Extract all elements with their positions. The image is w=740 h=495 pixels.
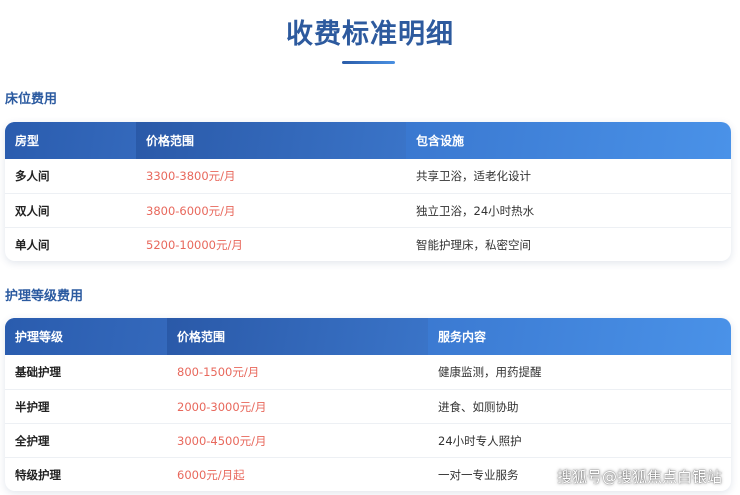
title-underline	[342, 61, 395, 64]
bed-table-body: 多人间 3300-3800元/月 共享卫浴，适老化设计 双人间 3800-600…	[5, 159, 731, 261]
table-row: 半护理 2000-3000元/月 进食、如厕协助	[5, 389, 731, 423]
bed-facilities: 独立卫浴，24小时热水	[416, 203, 535, 218]
bed-section-heading: 床位费用	[5, 92, 58, 107]
care-services: 进食、如厕协助	[438, 399, 519, 414]
care-header-price-range: 价格范围	[167, 318, 428, 355]
bed-facilities: 共享卫浴，适老化设计	[416, 169, 531, 183]
care-table-header: 护理等级 价格范围 服务内容	[5, 318, 731, 355]
table-row: 多人间 3300-3800元/月 共享卫浴，适老化设计	[5, 159, 731, 193]
bed-header-facilities: 包含设施	[416, 134, 465, 148]
care-level: 全护理	[15, 433, 50, 448]
bed-header-room-type: 房型	[5, 122, 136, 159]
care-level: 特级护理	[15, 467, 61, 482]
care-header-level: 护理等级	[5, 318, 167, 355]
care-services: 24小时专人照护	[438, 433, 522, 448]
bed-table-header: 房型 价格范围 包含设施	[5, 122, 731, 159]
table-row: 基础护理 800-1500元/月 健康监测，用药提醒	[5, 355, 731, 389]
bed-header-price-range: 价格范围	[136, 122, 406, 159]
bed-price: 3800-6000元/月	[146, 203, 236, 218]
page-title: 收费标准明细	[286, 19, 454, 50]
bed-room-type: 单人间	[15, 237, 50, 252]
bed-room-type: 多人间	[15, 169, 50, 183]
bed-price: 5200-10000元/月	[146, 237, 243, 252]
table-row: 双人间 3800-6000元/月 独立卫浴，24小时热水	[5, 193, 731, 227]
care-price: 3000-4500元/月	[177, 433, 267, 448]
care-header-services: 服务内容	[438, 330, 487, 344]
care-price: 800-1500元/月	[177, 365, 260, 379]
bed-price: 3300-3800元/月	[146, 169, 236, 183]
care-section-heading: 护理等级费用	[5, 289, 84, 304]
care-services: 健康监测，用药提醒	[438, 365, 542, 379]
table-row: 单人间 5200-10000元/月 智能护理床，私密空间	[5, 227, 731, 261]
bed-room-type: 双人间	[15, 203, 50, 218]
bed-facilities: 智能护理床，私密空间	[416, 237, 531, 252]
table-row: 全护理 3000-4500元/月 24小时专人照护	[5, 423, 731, 457]
bed-fee-table: 房型 价格范围 包含设施 多人间 3300-3800元/月 共享卫浴，适老化设计…	[5, 122, 731, 261]
care-level: 半护理	[15, 399, 50, 414]
care-level: 基础护理	[15, 365, 61, 379]
care-price: 6000元/月起	[177, 467, 245, 482]
watermark: 搜狐号@搜狐焦点白银站	[557, 468, 723, 486]
care-price: 2000-3000元/月	[177, 399, 267, 414]
